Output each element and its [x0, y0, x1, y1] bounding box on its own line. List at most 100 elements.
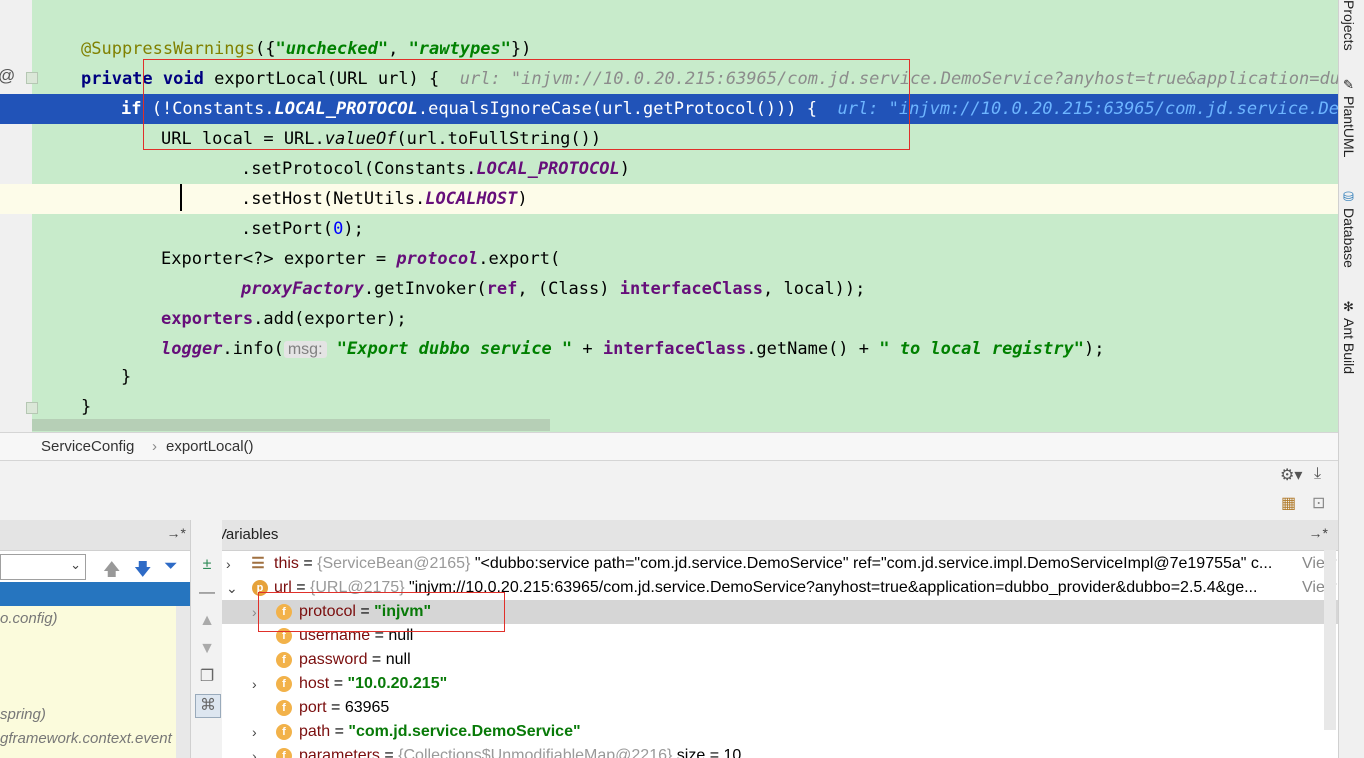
tab-plantuml[interactable]: ✎ PlantUML — [1341, 78, 1357, 157]
variable-row[interactable]: f password = null — [222, 648, 1338, 672]
thread-selector[interactable]: ⌄ — [0, 554, 86, 580]
keyword: if — [121, 99, 142, 119]
hide-icon[interactable]: ⤓ — [1314, 465, 1321, 483]
expand-arrow-icon[interactable]: › — [252, 600, 257, 624]
var-eq: = — [329, 675, 348, 692]
var-name: protocol — [299, 603, 356, 620]
breadcrumb-class[interactable]: ServiceConfig — [41, 438, 134, 455]
show-watches-icon[interactable]: ⌘ — [195, 694, 221, 718]
closing-brace: } — [81, 397, 92, 417]
field-icon: f — [276, 628, 292, 644]
code-token: ) — [619, 159, 630, 179]
move-down-icon[interactable]: ▼ — [195, 638, 219, 660]
debug-toolbar: ⚙▾ ⤓ ▦ ⊡ — [0, 460, 1338, 519]
variable-row[interactable]: › ☰ this = {ServiceBean@2165} "<dubbo:se… — [222, 552, 1338, 576]
code-line: URL local = URL.valueOf(url.toFullString… — [0, 124, 1338, 154]
variable-row[interactable]: › f protocol = "injvm" — [222, 600, 1338, 624]
variable-row[interactable]: › f host = "10.0.20.215" — [222, 672, 1338, 696]
var-value: "injvm://10.0.20.215:63965/com.jd.servic… — [404, 579, 1258, 596]
copy-icon[interactable]: ❐ — [195, 666, 219, 688]
filter-icon[interactable]: ⏷ — [164, 556, 178, 576]
number-literal: 0 — [333, 219, 344, 239]
var-eq: = — [379, 747, 399, 758]
code-token: ) — [517, 189, 528, 209]
restore-layout-icon[interactable]: ▦ — [1281, 493, 1296, 513]
var-value: size = 10 — [672, 747, 742, 758]
code-token: .setPort( — [241, 219, 334, 239]
keyword: private — [81, 69, 153, 89]
expand-arrow-icon[interactable]: › — [252, 672, 257, 696]
string-literal: "Export dubbo service " — [336, 339, 573, 359]
variable-row[interactable]: ⌄ p url = {URL@2175} "injvm://10.0.20.21… — [222, 576, 1338, 600]
evaluate-expression-icon[interactable]: ± — [195, 554, 219, 576]
settings-gear-icon[interactable]: ⚙▾ — [1280, 465, 1302, 485]
code-token: .add(exporter); — [253, 309, 407, 329]
frames-list[interactable]: o.config) spring) gframework.context.eve… — [0, 606, 190, 758]
variables-scrollbar[interactable] — [1324, 550, 1336, 730]
code-token: + — [572, 339, 603, 359]
field: interfaceClass — [619, 279, 764, 299]
code-token: ); — [1083, 339, 1105, 359]
frame-item[interactable]: spring) — [0, 706, 46, 723]
tab-projects[interactable]: Projects — [1341, 0, 1357, 51]
expand-arrow-icon[interactable]: › — [226, 552, 231, 576]
static-field: LOCAL_PROTOCOL — [274, 99, 418, 119]
parameter-icon: p — [252, 580, 268, 596]
expand-arrow-icon[interactable]: › — [252, 744, 257, 758]
variable-row[interactable]: › f path = "com.jd.service.DemoService" — [222, 720, 1338, 744]
tab-ant-build[interactable]: ✻ Ant Build — [1341, 300, 1357, 374]
debug-settings-icon[interactable]: ⊡ — [1312, 493, 1325, 513]
code-token: , — [388, 39, 409, 59]
ant-icon: ✻ — [1342, 300, 1357, 315]
variables-panel: Variables →* › ☰ this = {ServiceBean@216… — [222, 520, 1338, 758]
static-field: LOCALHOST — [425, 189, 518, 209]
keyword: void — [162, 69, 204, 89]
frame-selected[interactable] — [0, 582, 190, 606]
code-token: .export( — [478, 249, 561, 269]
variable-row[interactable]: f port = 63965 — [222, 696, 1338, 720]
horizontal-scrollbar[interactable] — [32, 419, 550, 431]
frames-scrollbar[interactable] — [176, 606, 190, 758]
chevron-down-icon: ⌄ — [70, 557, 81, 572]
expand-arrow-icon[interactable]: › — [252, 720, 257, 744]
execution-line: if (!Constants.LOCAL_PROTOCOL.equalsIgno… — [0, 94, 1338, 124]
var-value: "10.0.20.215" — [347, 675, 448, 692]
var-value: null — [388, 627, 414, 644]
var-eq: = — [326, 699, 345, 716]
field: interfaceClass — [602, 339, 747, 359]
frame-item[interactable]: gframework.context.event — [0, 730, 172, 747]
pin-icon[interactable]: →* — [167, 525, 186, 541]
code-token: URL local = URL. — [161, 129, 325, 149]
code-editor[interactable]: @ ✓ @SuppressWarnings({"unchecked", "raw… — [0, 0, 1338, 432]
tab-label: Database — [1341, 208, 1357, 268]
code-token: ({ — [255, 39, 276, 59]
code-token: .getInvoker( — [363, 279, 487, 299]
pin-icon[interactable]: →* — [1309, 525, 1328, 541]
var-name: path — [299, 723, 331, 740]
var-name: this — [274, 555, 299, 572]
remove-watch-icon[interactable]: — — [195, 582, 219, 604]
code-token: , (Class) — [517, 279, 620, 299]
inline-debug-hint: url: "injvm://10.0.20.215:63965/com.jd.s… — [459, 69, 1338, 89]
right-tool-strip: Projects ✎ PlantUML ⛁ Database ✻ Ant Build — [1338, 0, 1364, 758]
breadcrumb: ServiceConfig › exportLocal() — [0, 432, 1338, 461]
code-token: Exporter<?> exporter = — [161, 249, 397, 269]
collapse-arrow-icon[interactable]: ⌄ — [226, 576, 238, 600]
string-literal: " to local registry" — [879, 339, 1084, 359]
breadcrumb-method[interactable]: exportLocal() — [166, 438, 254, 455]
move-up-icon[interactable]: ▲ — [195, 610, 219, 632]
tab-label: PlantUML — [1341, 96, 1357, 158]
variable-row[interactable]: f username = null — [222, 624, 1338, 648]
string-literal: "unchecked" — [275, 39, 389, 59]
var-eq: = — [330, 723, 349, 740]
breadcrumb-separator: › — [152, 438, 157, 455]
static-field: LOCAL_PROTOCOL — [476, 159, 620, 179]
frame-item[interactable]: o.config) — [0, 610, 58, 627]
closing-brace: } — [121, 367, 132, 387]
tab-database[interactable]: ⛁ Database — [1341, 190, 1357, 268]
var-value: null — [385, 651, 411, 668]
code-line: @SuppressWarnings({"unchecked", "rawtype… — [0, 34, 1338, 64]
variable-row[interactable]: › f parameters = {Collections$Unmodifiab… — [222, 744, 1338, 758]
var-value: "injvm" — [374, 603, 432, 620]
field-icon: f — [276, 652, 292, 668]
